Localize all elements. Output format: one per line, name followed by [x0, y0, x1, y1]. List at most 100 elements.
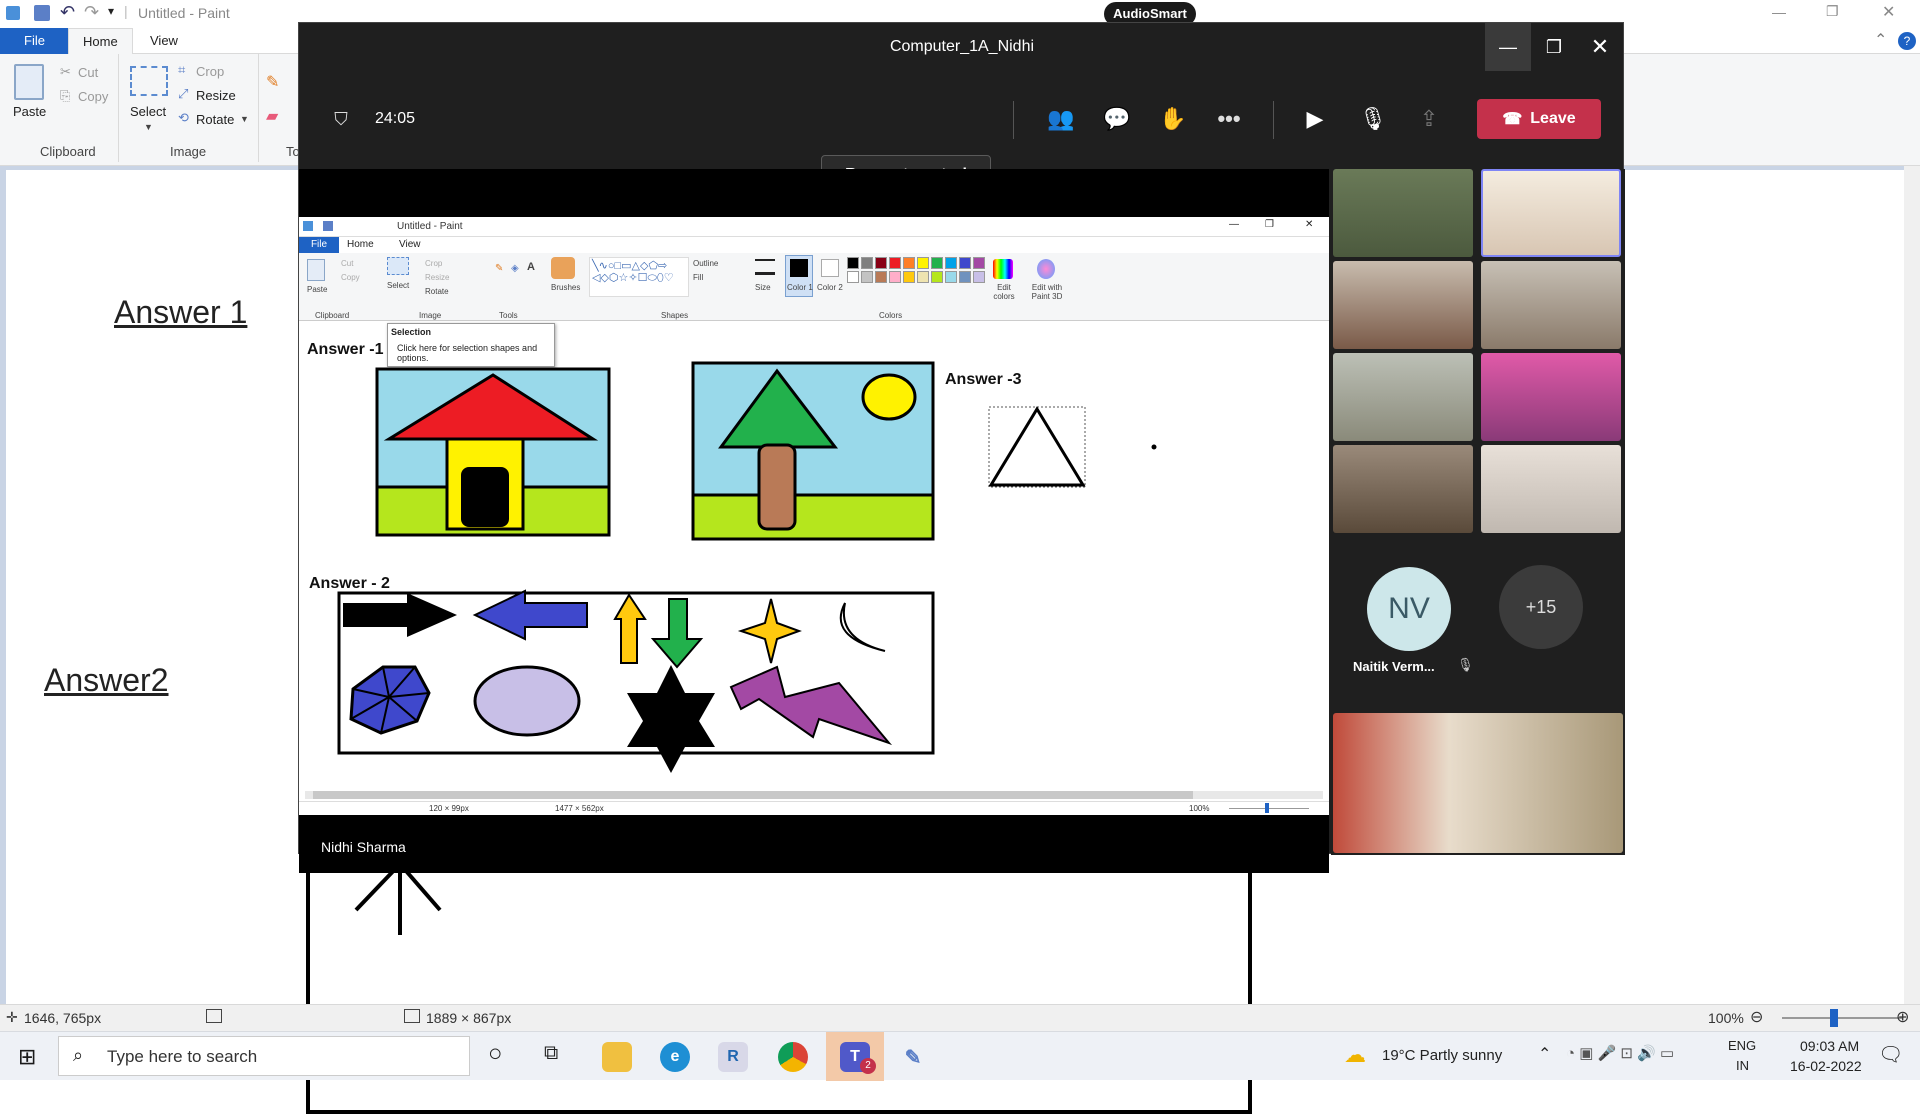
bg-zoom-slider[interactable] — [1782, 1017, 1902, 1019]
bg-minimize-button[interactable]: — — [1772, 4, 1786, 20]
collapse-ribbon-icon[interactable]: ⌃ — [1874, 30, 1887, 50]
bg-window-title: Untitled - Paint — [138, 5, 230, 21]
shared-size-icon — [755, 259, 775, 275]
bg-tab-view[interactable]: View — [136, 28, 192, 54]
bg-tab-file[interactable]: File — [0, 28, 69, 54]
shared-screen: Untitled - Paint — ❐ ✕ File Home View Pa… — [299, 169, 1329, 873]
participant-video-tile[interactable] — [1333, 353, 1473, 441]
notifications-icon[interactable]: 🗨 — [1878, 1042, 1903, 1067]
file-explorer-icon[interactable] — [602, 1042, 632, 1072]
shared-color2-label: Color 2 — [817, 283, 843, 292]
undo-icon[interactable]: ↶ — [60, 2, 75, 23]
selection-size-icon — [206, 1009, 222, 1023]
task-view-icon[interactable]: ⧉ — [544, 1042, 558, 1065]
cortana-icon[interactable]: ○ — [488, 1040, 503, 1068]
shared-tab-home: Home — [347, 239, 374, 250]
bg-clipboard-group: Clipboard — [40, 144, 96, 159]
participant-video-tile[interactable] — [1333, 261, 1473, 349]
chrome-icon[interactable] — [778, 1042, 808, 1072]
bg-select-button[interactable]: Select — [130, 104, 166, 119]
shared-minimize: — — [1229, 219, 1239, 230]
bg-vertical-scrollbar[interactable] — [1904, 166, 1920, 1004]
redo-icon[interactable]: ↷ — [84, 2, 99, 23]
chat-icon[interactable]: 💬 — [1099, 99, 1135, 139]
bg-zoom-thumb[interactable] — [1830, 1009, 1838, 1027]
teams-taskbar-button[interactable]: T 2 — [826, 1032, 884, 1081]
camera-icon[interactable]: ▶ — [1297, 99, 1333, 139]
clock-time[interactable]: 09:03 AM — [1800, 1038, 1859, 1054]
mic-muted-icon[interactable]: 🎙 — [1355, 99, 1391, 139]
save-icon[interactable] — [34, 5, 50, 21]
shared-edit-colors-icon — [993, 259, 1013, 279]
participant-video-tile[interactable] — [1481, 445, 1621, 533]
windows-start-icon[interactable]: ⊞ — [18, 1044, 36, 1070]
shield-icon: ⛉ — [334, 108, 348, 129]
shared-shapes-gallery: ╲∿○□▭△◇⬠⇨ ◁◇⬡☆✧☐⬭⬯♡ — [589, 257, 689, 297]
bg-paste-button[interactable]: Paste — [13, 104, 46, 119]
shared-select-label: Select — [387, 281, 410, 290]
palette-swatch — [931, 257, 943, 269]
participant-video-tile[interactable] — [1333, 445, 1473, 533]
palette-swatch — [889, 257, 901, 269]
select-dropdown-icon[interactable]: ▼ — [144, 122, 153, 132]
shared-zoom-slider — [1229, 808, 1309, 809]
bg-resize-button[interactable]: Resize — [196, 88, 236, 103]
rotate-dropdown-icon[interactable]: ▼ — [240, 114, 249, 124]
teams-minimize-button[interactable]: — — [1485, 23, 1531, 71]
more-participants-button[interactable]: +15 — [1499, 565, 1583, 649]
paste-icon[interactable] — [14, 64, 44, 100]
palette-swatch — [861, 271, 873, 283]
leave-button[interactable]: ☎ Leave — [1477, 99, 1601, 139]
r-app-icon[interactable]: R — [718, 1042, 748, 1072]
resize-icon: ⤢ — [178, 86, 189, 101]
shared-close: ✕ — [1305, 219, 1314, 230]
show-hidden-icons[interactable]: ⌃ — [1538, 1044, 1551, 1064]
shared-fill-icon: ◈ — [511, 263, 519, 274]
bg-crop-button[interactable]: Crop — [196, 64, 224, 79]
customize-qat-icon[interactable]: ▾ — [108, 4, 114, 18]
shared-drawing-canvas — [337, 361, 1157, 773]
search-placeholder: Type here to search — [107, 1047, 258, 1066]
self-view-video[interactable] — [1333, 713, 1623, 853]
taskbar-search-box[interactable]: ⌕ Type here to search — [58, 1036, 470, 1076]
shared-paint-window: Untitled - Paint — ❐ ✕ File Home View Pa… — [299, 217, 1329, 815]
participants-icon[interactable]: 👥 — [1043, 99, 1079, 139]
eraser-icon[interactable]: ▰ — [266, 106, 278, 126]
pencil-icon[interactable]: ✎ — [266, 72, 279, 92]
paint-taskbar-icon[interactable]: ✎ — [898, 1042, 928, 1072]
language-primary[interactable]: ENG — [1728, 1038, 1756, 1053]
bg-close-button[interactable]: ✕ — [1882, 2, 1895, 22]
more-options-icon[interactable]: ••• — [1211, 99, 1247, 139]
shared-paint-icon — [303, 221, 313, 231]
bg-rotate-button[interactable]: Rotate — [196, 112, 234, 127]
participant-avatar[interactable]: NV — [1367, 567, 1451, 651]
edge-icon[interactable]: e — [660, 1042, 690, 1072]
share-tray-icon[interactable]: ⇪ — [1411, 99, 1447, 139]
language-secondary[interactable]: IN — [1736, 1058, 1749, 1073]
clock-date[interactable]: 16-02-2022 — [1790, 1058, 1862, 1074]
bg-copy-button[interactable]: Copy — [78, 89, 108, 104]
bg-cut-button[interactable]: Cut — [78, 65, 98, 80]
bg-restore-button[interactable]: ❐ — [1826, 3, 1839, 20]
palette-swatch — [861, 257, 873, 269]
select-icon[interactable] — [130, 66, 168, 96]
participant-video-tile-active[interactable] — [1481, 169, 1621, 257]
zoom-in-icon[interactable]: ⊕ — [1896, 1007, 1909, 1027]
shared-fill-label: Fill — [693, 273, 704, 282]
teams-maximize-button[interactable]: ❐ — [1531, 23, 1577, 71]
shared-paste-icon — [307, 259, 325, 281]
reactions-icon[interactable]: ✋ — [1155, 99, 1191, 139]
participant-video-tile[interactable] — [1481, 261, 1621, 349]
weather-text[interactable]: 19°C Partly sunny — [1382, 1047, 1502, 1064]
shared-text-icon: A — [527, 261, 535, 273]
palette-swatch — [917, 271, 929, 283]
participant-video-tile[interactable] — [1333, 169, 1473, 257]
participant-video-tile[interactable] — [1481, 353, 1621, 441]
teams-close-button[interactable]: ✕ — [1577, 23, 1623, 71]
system-tray-icons[interactable]: ◔ ▣ 🎤 ⊡ 🔊 ▭ — [1566, 1044, 1674, 1062]
zoom-out-icon[interactable]: ⊖ — [1750, 1007, 1763, 1027]
bg-tab-home[interactable]: Home — [68, 28, 133, 54]
meeting-title: Computer_1A_Nidhi — [889, 38, 1035, 55]
help-icon[interactable]: ? — [1898, 32, 1916, 50]
bg-image-group: Image — [170, 144, 207, 159]
